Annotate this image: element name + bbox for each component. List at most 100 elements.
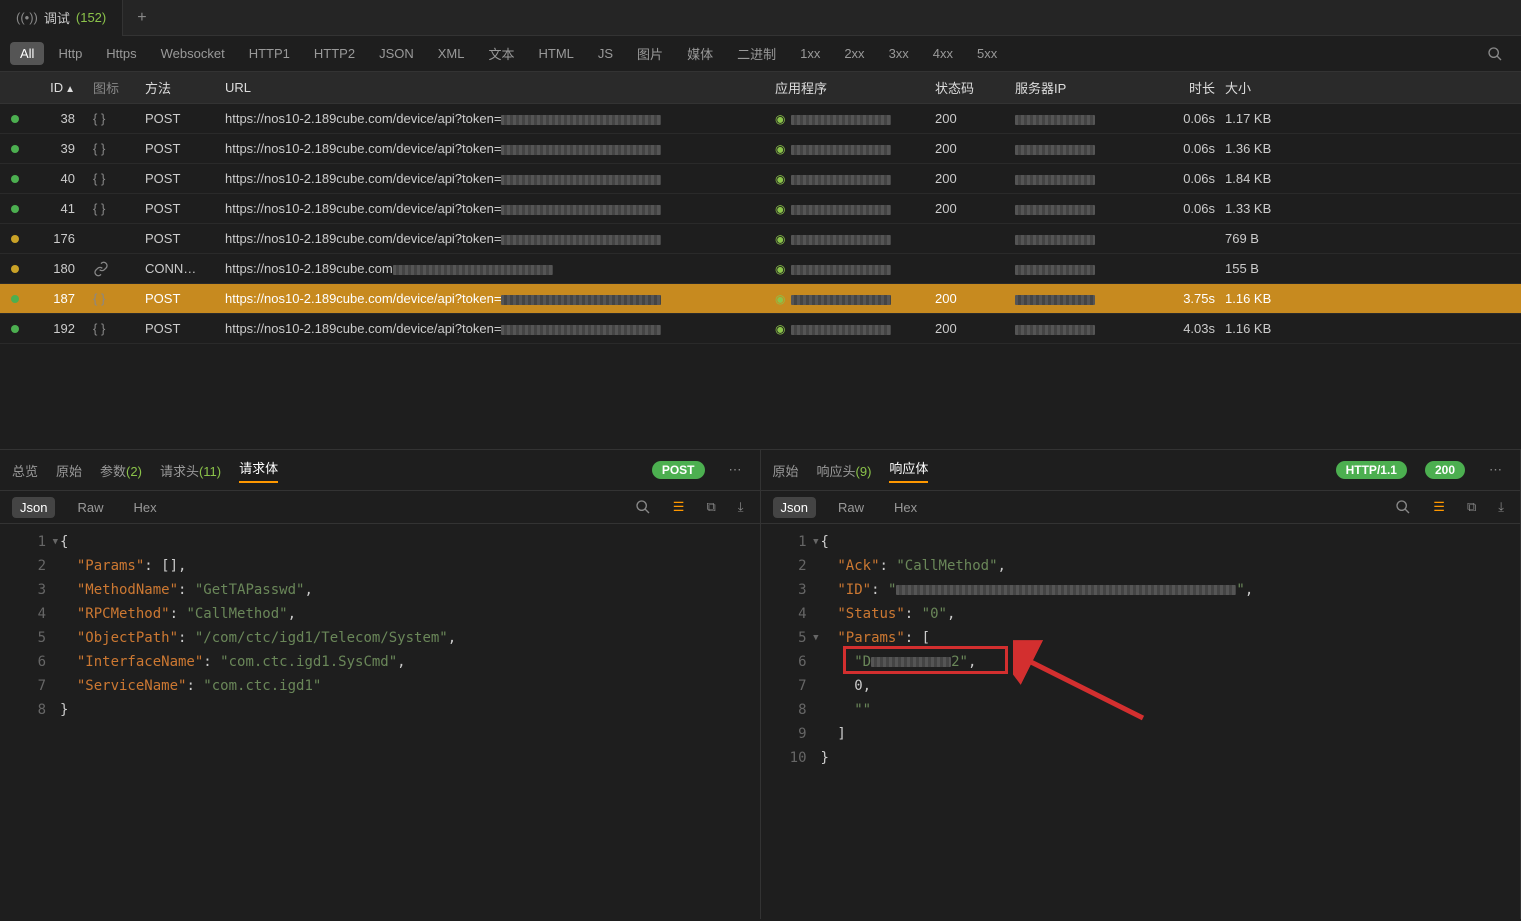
- status-dot-icon: [11, 265, 19, 273]
- cell-id: 38: [30, 111, 85, 126]
- copy-icon[interactable]: ⧉: [702, 499, 719, 515]
- table-row[interactable]: 39{ }POSThttps://nos10-2.189cube.com/dev…: [0, 134, 1521, 164]
- cell-url: https://nos10-2.189cube.com/device/api?t…: [225, 201, 775, 216]
- filter-media[interactable]: 媒体: [677, 40, 723, 67]
- request-pane: 总览 原始 参数(2) 请求头(11) 请求体 POST ⋯ Json Raw …: [0, 450, 761, 919]
- resp-view-hex[interactable]: Hex: [886, 497, 925, 518]
- request-body-editor[interactable]: 1▼ 2 3 4 5 6 7 8 { "Params": [], "Method…: [0, 524, 760, 919]
- filter-html[interactable]: HTML: [528, 42, 583, 65]
- cell-app: ◉: [775, 291, 935, 306]
- more-icon[interactable]: ⋯: [1483, 462, 1508, 478]
- filter-4xx[interactable]: 4xx: [923, 42, 963, 65]
- cell-id: 192: [30, 321, 85, 336]
- filter-http2[interactable]: HTTP2: [304, 42, 365, 65]
- cell-url: https://nos10-2.189cube.com/device/api?t…: [225, 291, 775, 306]
- resp-tab-body[interactable]: 响应体: [889, 458, 928, 483]
- session-tab[interactable]: ((•)) 调试(152): [0, 0, 123, 36]
- filter-http1[interactable]: HTTP1: [239, 42, 300, 65]
- resp-view-json[interactable]: Json: [773, 497, 816, 518]
- cell-duration: 0.06s: [1145, 201, 1225, 216]
- table-row[interactable]: 40{ }POSThttps://nos10-2.189cube.com/dev…: [0, 164, 1521, 194]
- table-row[interactable]: 38{ }POSThttps://nos10-2.189cube.com/dev…: [0, 104, 1521, 134]
- wifi-icon: ◉: [775, 112, 785, 126]
- cell-size: 1.16 KB: [1225, 291, 1305, 306]
- cell-ip: [1015, 171, 1145, 186]
- filter-image[interactable]: 图片: [627, 40, 673, 67]
- request-sub-tabs: Json Raw Hex ☰ ⧉ ⤓: [0, 490, 760, 524]
- request-tabs: 总览 原始 参数(2) 请求头(11) 请求体 POST ⋯: [0, 450, 760, 490]
- cell-duration: 0.06s: [1145, 141, 1225, 156]
- request-grid[interactable]: 38{ }POSThttps://nos10-2.189cube.com/dev…: [0, 104, 1521, 449]
- req-tab-body[interactable]: 请求体: [239, 458, 278, 483]
- table-row[interactable]: 176POSThttps://nos10-2.189cube.com/devic…: [0, 224, 1521, 254]
- table-row[interactable]: 187{ }POSThttps://nos10-2.189cube.com/de…: [0, 284, 1521, 314]
- filter-js[interactable]: JS: [588, 42, 623, 65]
- search-icon[interactable]: [1479, 45, 1511, 62]
- cell-id: 176: [30, 231, 85, 246]
- fold-icon[interactable]: ▼: [813, 626, 818, 650]
- col-size[interactable]: 大小: [1225, 78, 1305, 97]
- filter-http[interactable]: Http: [48, 42, 92, 65]
- table-row[interactable]: 180CONN…https://nos10-2.189cube.com◉155 …: [0, 254, 1521, 284]
- req-view-hex[interactable]: Hex: [125, 497, 164, 518]
- cell-id: 180: [30, 261, 85, 276]
- response-sub-tabs: Json Raw Hex ☰ ⧉ ⤓: [761, 490, 1521, 524]
- req-view-raw[interactable]: Raw: [69, 497, 111, 518]
- cell-status: 200: [935, 141, 1015, 156]
- col-ip[interactable]: 服务器IP: [1015, 78, 1145, 97]
- cell-ip: [1015, 201, 1145, 216]
- status-dot-icon: [11, 325, 19, 333]
- cell-ip: [1015, 291, 1145, 306]
- col-duration[interactable]: 时长: [1145, 78, 1225, 97]
- req-tab-overview[interactable]: 总览: [12, 461, 38, 480]
- more-icon[interactable]: ⋯: [723, 462, 748, 478]
- copy-icon[interactable]: ⧉: [1463, 499, 1480, 515]
- resp-tab-headers[interactable]: 响应头(9): [817, 461, 872, 480]
- cell-app: ◉: [775, 171, 935, 186]
- col-url[interactable]: URL: [225, 80, 775, 95]
- cell-url: https://nos10-2.189cube.com: [225, 261, 775, 276]
- cell-size: 769 B: [1225, 231, 1305, 246]
- filter-all[interactable]: All: [10, 42, 44, 65]
- table-row[interactable]: 192{ }POSThttps://nos10-2.189cube.com/de…: [0, 314, 1521, 344]
- fold-icon[interactable]: ▼: [813, 530, 818, 554]
- cell-method: POST: [145, 231, 225, 246]
- filter-1xx[interactable]: 1xx: [790, 42, 830, 65]
- col-id[interactable]: ID▲: [30, 80, 85, 95]
- status-dot-icon: [11, 205, 19, 213]
- filter-3xx[interactable]: 3xx: [879, 42, 919, 65]
- resp-view-raw[interactable]: Raw: [830, 497, 872, 518]
- cell-type-icon: { }: [85, 201, 145, 216]
- filter-websocket[interactable]: Websocket: [151, 42, 235, 65]
- req-tab-params[interactable]: 参数(2): [100, 461, 142, 480]
- table-row[interactable]: 41{ }POSThttps://nos10-2.189cube.com/dev…: [0, 194, 1521, 224]
- download-icon[interactable]: ⤓: [1494, 499, 1508, 515]
- cell-id: 39: [30, 141, 85, 156]
- req-tab-raw[interactable]: 原始: [56, 461, 82, 480]
- wrap-icon[interactable]: ☰: [1429, 499, 1449, 515]
- filter-json[interactable]: JSON: [369, 42, 424, 65]
- col-status[interactable]: 状态码: [935, 78, 1015, 97]
- cell-ip: [1015, 321, 1145, 336]
- req-tab-headers[interactable]: 请求头(11): [160, 461, 221, 480]
- protocol-badge: HTTP/1.1: [1336, 461, 1407, 479]
- filter-5xx[interactable]: 5xx: [967, 42, 1007, 65]
- resp-tab-raw[interactable]: 原始: [773, 461, 799, 480]
- filter-2xx[interactable]: 2xx: [834, 42, 874, 65]
- filter-text[interactable]: 文本: [478, 40, 524, 67]
- status-dot-icon: [11, 115, 19, 123]
- search-icon[interactable]: [1391, 499, 1415, 516]
- search-icon[interactable]: [631, 499, 655, 516]
- filter-https[interactable]: Https: [96, 42, 146, 65]
- filter-binary[interactable]: 二进制: [727, 40, 786, 67]
- col-app[interactable]: 应用程序: [775, 78, 935, 97]
- new-tab-button[interactable]: +: [123, 9, 160, 27]
- wrap-icon[interactable]: ☰: [669, 499, 689, 515]
- req-view-json[interactable]: Json: [12, 497, 55, 518]
- filter-xml[interactable]: XML: [428, 42, 475, 65]
- col-icon[interactable]: 图标: [85, 78, 145, 97]
- download-icon[interactable]: ⤓: [734, 499, 748, 515]
- col-method[interactable]: 方法: [145, 78, 225, 97]
- fold-icon[interactable]: ▼: [53, 530, 58, 554]
- response-body-editor[interactable]: 1▼ 2 3 4 5▼ 6 7 8 9 10 { "Ack": "CallMet…: [761, 524, 1521, 919]
